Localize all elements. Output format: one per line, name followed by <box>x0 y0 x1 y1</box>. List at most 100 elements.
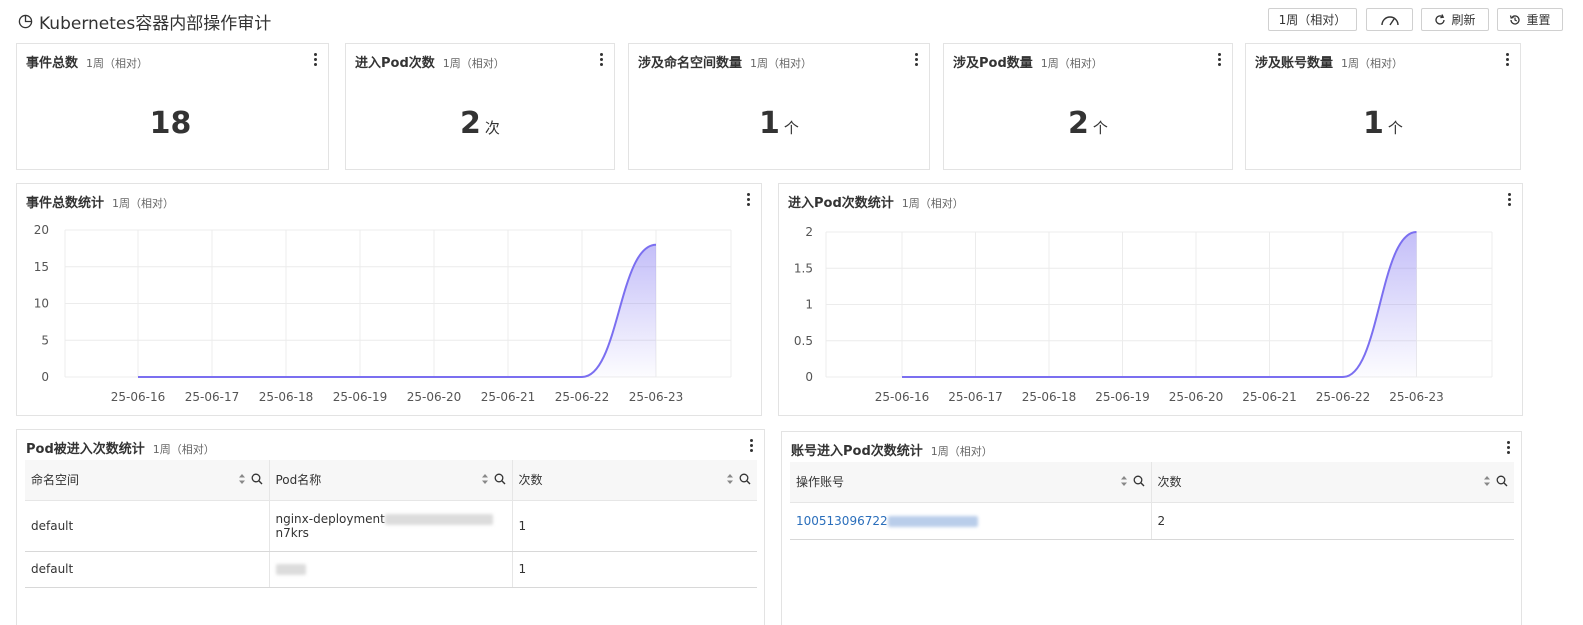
column-header-namespace: 命名空间 <box>25 460 270 501</box>
column-label: Pod名称 <box>275 473 322 488</box>
column-header-account: 操作账号 <box>790 462 1152 503</box>
card-title: Pod被进入次数统计 <box>26 442 145 457</box>
y-tick-label: 20 <box>34 223 49 237</box>
account-table-card: 账号进入Pod次数统计 1周（相对） 操作账号 次数 100513096722 2 <box>781 431 1522 625</box>
pie-chart-icon <box>18 14 33 29</box>
search-icon[interactable] <box>494 473 506 485</box>
card-range: 1周（相对） <box>442 57 505 70</box>
table-header-row: 命名空间 Pod名称 次数 <box>25 460 757 501</box>
x-tick-label: 25-06-23 <box>629 390 683 404</box>
events-line-chart: 0 5 10 15 20 25-06-16 25-06-17 25-06-18 25-06-19… <box>34 223 732 404</box>
metric-card-events: 事件总数 1周（相对） 18 <box>16 43 329 170</box>
more-menu-icon[interactable] <box>1218 53 1222 67</box>
metric-card-pod-entries: 进入Pod次数 1周（相对） 2次 <box>345 43 615 170</box>
cell-pod-name <box>269 551 513 588</box>
y-tick-label: 1.5 <box>794 261 813 275</box>
x-tick-label: 25-06-17 <box>948 390 1002 404</box>
card-range: 1周（相对） <box>1040 57 1103 70</box>
cell-pod-name: nginx-deployment n7krs <box>269 500 513 552</box>
x-tick-label: 25-06-22 <box>1316 390 1370 404</box>
x-tick-label: 25-06-19 <box>1095 390 1149 404</box>
refresh-label: 刷新 <box>1451 13 1476 27</box>
metric-value: 1 <box>1363 106 1384 141</box>
x-tick-label: 25-06-19 <box>333 390 387 404</box>
y-tick-label: 0.5 <box>794 334 813 348</box>
sort-icon[interactable] <box>1483 475 1491 487</box>
account-link[interactable]: 100513096722 <box>796 514 888 528</box>
search-icon[interactable] <box>251 473 263 485</box>
y-tick-label: 0 <box>41 370 49 384</box>
x-tick-label: 25-06-16 <box>111 390 165 404</box>
y-tick-label: 10 <box>34 297 49 311</box>
sort-icon[interactable] <box>726 473 734 485</box>
sort-icon[interactable] <box>481 473 489 485</box>
card-title: 账号进入Pod次数统计 <box>791 444 923 459</box>
more-menu-icon[interactable] <box>1507 441 1511 455</box>
x-tick-label: 25-06-18 <box>1022 390 1076 404</box>
x-tick-label: 25-06-22 <box>555 390 609 404</box>
pod-name-text: nginx-deployment <box>275 511 385 526</box>
metric-unit: 次 <box>484 119 500 137</box>
more-menu-icon[interactable] <box>600 53 604 67</box>
more-menu-icon[interactable] <box>1506 53 1510 67</box>
metric-card-accounts: 涉及账号数量 1周（相对） 1个 <box>1245 43 1521 170</box>
redacted-text <box>384 513 493 525</box>
sort-icon[interactable] <box>1120 475 1128 487</box>
speedometer-button[interactable] <box>1366 8 1413 31</box>
refresh-icon <box>1435 13 1446 25</box>
table-row: 100513096722 2 <box>790 502 1514 540</box>
card-title: 事件总数 <box>26 56 79 71</box>
cell-count: 2 <box>1151 502 1514 540</box>
reset-label: 重置 <box>1526 13 1551 27</box>
more-menu-icon[interactable] <box>915 53 919 67</box>
card-title: 涉及命名空间数量 <box>638 56 743 71</box>
pod-table: 命名空间 Pod名称 次数 default nginx-deployment n7… <box>25 460 757 588</box>
time-range-label: 1周（相对） <box>1278 13 1347 27</box>
sort-icon[interactable] <box>238 473 246 485</box>
events-chart-card: 事件总数统计 1周（相对） 0 5 10 15 20 25-06-16 25-06-17 25-… <box>16 183 762 416</box>
refresh-button[interactable]: 刷新 <box>1421 8 1489 31</box>
metric-unit: 个 <box>1092 119 1108 137</box>
column-header-count: 次数 <box>1151 462 1514 503</box>
cell-namespace: default <box>25 500 270 552</box>
y-tick-label: 5 <box>41 333 49 347</box>
y-tick-label: 2 <box>805 225 813 239</box>
card-range: 1周（相对） <box>750 57 813 70</box>
x-tick-label: 25-06-16 <box>875 390 929 404</box>
pod-entries-line-chart: 0 0.5 1 1.5 2 25-06-16 25-06-17 25-06-18 25-06-1… <box>794 225 1493 404</box>
card-range: 1周（相对） <box>930 445 993 458</box>
table-row: default nginx-deployment n7krs 1 <box>25 500 757 552</box>
metric-unit: 个 <box>1387 119 1403 137</box>
x-tick-label: 25-06-20 <box>1169 390 1223 404</box>
metric-card-pods: 涉及Pod数量 1周（相对） 2个 <box>943 43 1233 170</box>
x-tick-label: 25-06-23 <box>1389 390 1443 404</box>
pod-entries-chart-card: 进入Pod次数统计 1周（相对） 0 0.5 1 1.5 2 25-06-16 25-06-1… <box>778 183 1523 416</box>
reset-button[interactable]: 重置 <box>1497 8 1563 31</box>
more-menu-icon[interactable] <box>750 439 754 453</box>
metric-value: 1 <box>759 106 780 141</box>
column-label: 次数 <box>1157 475 1182 490</box>
y-tick-label: 0 <box>805 370 813 384</box>
card-title: 涉及账号数量 <box>1255 56 1334 71</box>
more-menu-icon[interactable] <box>314 53 318 67</box>
metric-value: 2 <box>460 106 481 141</box>
title-wrap: Kubernetes容器内部操作审计 <box>18 9 271 34</box>
column-label: 次数 <box>518 473 543 488</box>
card-range: 1周（相对） <box>86 57 149 70</box>
time-range-button[interactable]: 1周（相对） <box>1268 8 1357 31</box>
speedometer-icon <box>1380 15 1399 25</box>
series-area <box>138 244 656 377</box>
search-icon[interactable] <box>739 473 751 485</box>
redacted-text <box>887 515 978 527</box>
x-tick-label: 25-06-21 <box>1242 390 1296 404</box>
table-header-row: 操作账号 次数 <box>790 462 1514 503</box>
history-icon <box>1510 14 1521 25</box>
dashboard-header: Kubernetes容器内部操作审计 1周（相对） 刷新 重置 <box>0 0 1583 40</box>
redacted-text <box>275 564 306 575</box>
search-icon[interactable] <box>1496 475 1508 487</box>
card-range: 1周（相对） <box>1341 57 1404 70</box>
account-table: 操作账号 次数 100513096722 2 <box>790 462 1514 540</box>
series-line <box>138 243 657 378</box>
column-header-count: 次数 <box>512 460 757 501</box>
search-icon[interactable] <box>1133 475 1145 487</box>
